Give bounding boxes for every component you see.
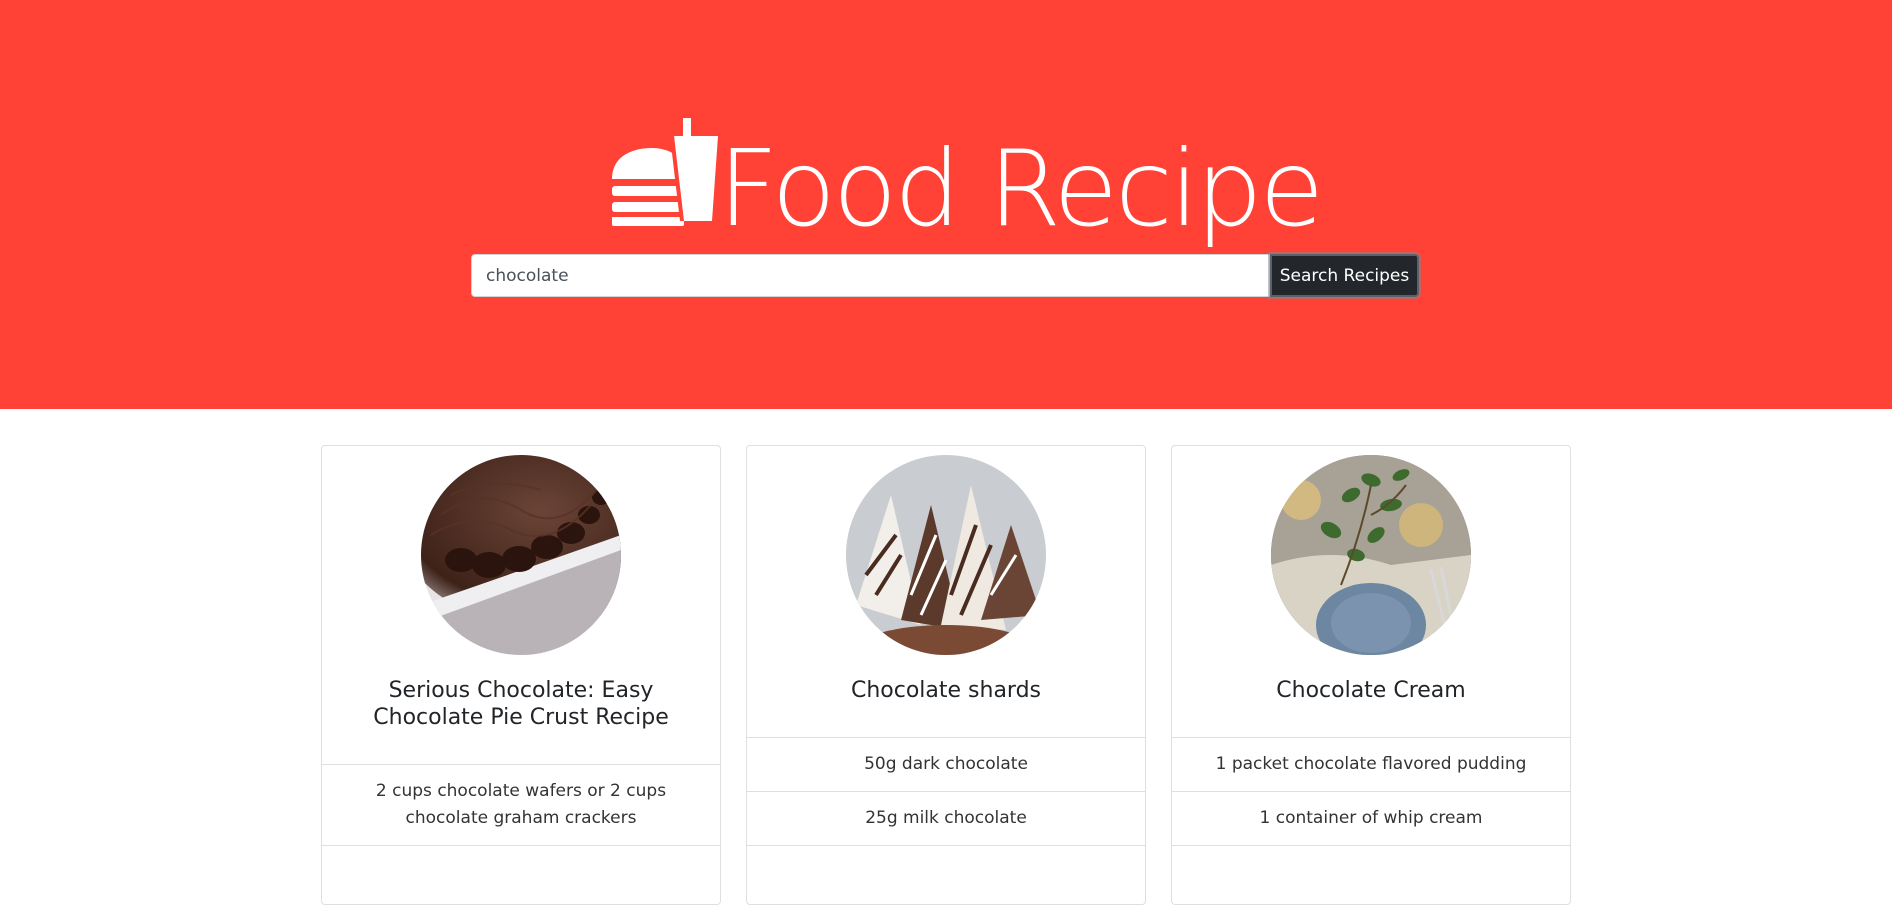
hero-banner: Food Recipe Search Recipes bbox=[0, 0, 1892, 409]
recipe-card[interactable]: Chocolate Cream 1 packet chocolate flavo… bbox=[1171, 445, 1571, 905]
ingredient-item: 1 packet chocolate flavored pudding bbox=[1172, 738, 1570, 792]
recipe-card[interactable]: Chocolate shards 50g dark chocolate 25g … bbox=[746, 445, 1146, 905]
recipe-list: Serious Chocolate: Easy Chocolate Pie Cr… bbox=[321, 445, 1571, 905]
recipe-image bbox=[1271, 455, 1471, 655]
recipe-title: Chocolate Cream bbox=[1276, 678, 1466, 703]
recipe-card[interactable]: Serious Chocolate: Easy Chocolate Pie Cr… bbox=[321, 445, 721, 905]
recipe-title: Chocolate shards bbox=[850, 678, 1042, 703]
recipe-title: Serious Chocolate: Easy Chocolate Pie Cr… bbox=[373, 678, 669, 730]
recipe-card-header: Serious Chocolate: Easy Chocolate Pie Cr… bbox=[322, 446, 720, 765]
recipe-image bbox=[421, 455, 621, 655]
recipe-card-header: Chocolate shards bbox=[747, 446, 1145, 738]
search-bar: Search Recipes bbox=[471, 254, 1419, 297]
burger-drink-icon bbox=[612, 118, 718, 226]
ingredient-item: 50g dark chocolate bbox=[747, 738, 1145, 792]
app-logo: Food Recipe bbox=[610, 115, 1324, 255]
recipe-card-header: Chocolate Cream bbox=[1172, 446, 1570, 738]
recipe-image bbox=[846, 455, 1046, 655]
search-input[interactable] bbox=[471, 254, 1270, 297]
ingredient-item: 25g milk chocolate bbox=[747, 792, 1145, 846]
ingredient-item: 2 cups chocolate wafers or 2 cups chocol… bbox=[322, 765, 720, 846]
app-title: Food Recipe bbox=[718, 128, 1324, 250]
ingredient-item: 1 container of whip cream bbox=[1172, 792, 1570, 846]
search-recipes-button[interactable]: Search Recipes bbox=[1270, 254, 1419, 297]
